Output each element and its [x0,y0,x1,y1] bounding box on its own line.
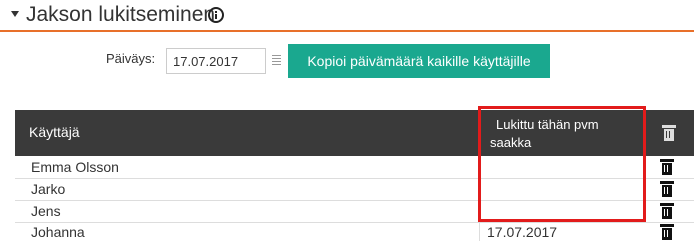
locked-until-date[interactable]: 17.07.2017 [487,224,557,240]
section-header: Jakson lukitseminen [0,0,694,32]
section-title: Jakson lukitseminen [26,3,216,26]
cell-divider [479,179,480,200]
trash-icon[interactable] [662,125,676,141]
user-name: Johanna [31,224,85,240]
table-row: Jens [15,201,694,223]
trash-icon[interactable] [660,159,674,175]
table-row: Johanna 17.07.2017 [15,222,694,241]
column-header-user[interactable]: Käyttäjä [29,124,80,140]
caret-down-icon[interactable] [11,11,19,17]
trash-icon[interactable] [660,181,674,197]
trash-icon[interactable] [660,224,674,240]
copy-date-to-all-users-button[interactable]: Kopioi päivämäärä kaikille käyttäjille [288,44,550,78]
user-name: Jens [31,203,61,219]
user-name: Jarko [31,181,66,197]
table-header: Käyttäjä Lukittu tähän pvm saakka [15,110,694,156]
page: Jakson lukitseminen Päiväys: Kopioi päiv… [0,0,694,241]
list-icon[interactable] [272,55,281,65]
cell-divider [479,157,480,178]
cell-divider [479,201,480,222]
column-header-locked-until[interactable]: Lukittu tähän pvm saakka [490,116,635,152]
cell-divider [479,222,480,241]
date-label: Päiväys: [106,51,156,66]
table-row: Emma Olsson [15,157,694,179]
trash-icon[interactable] [660,203,674,219]
date-input[interactable] [166,48,266,74]
user-name: Emma Olsson [31,159,119,175]
column-header-locked-until-line2: saakka [490,135,532,150]
table-row: Jarko [15,179,694,201]
info-circle-icon[interactable] [208,7,224,23]
column-header-locked-until-line1: Lukittu tähän pvm [496,117,599,132]
